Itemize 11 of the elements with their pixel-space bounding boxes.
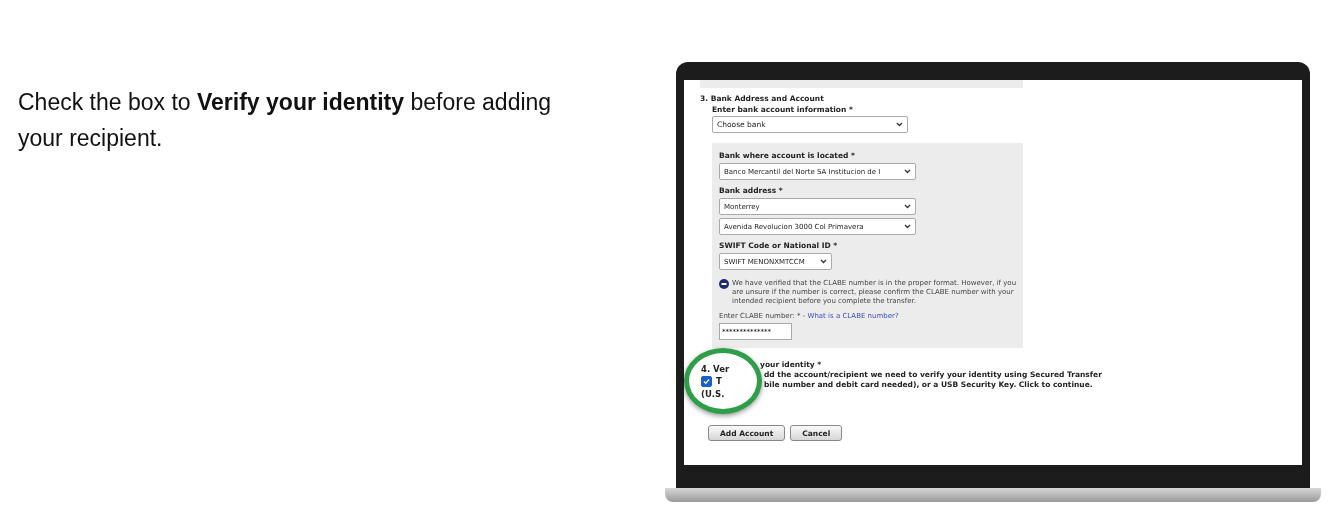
caret-icon	[904, 224, 911, 229]
instruction-text: Check the box to Verify your identity before adding your recipient.	[18, 88, 553, 153]
section-title: 4. Ver	[701, 363, 731, 374]
caret-icon	[896, 122, 903, 127]
info-icon	[719, 279, 729, 289]
caret-icon	[820, 259, 827, 264]
caret-icon	[904, 169, 911, 174]
verify-checkbox[interactable]	[701, 375, 712, 387]
consent-text: (U.S.	[701, 388, 726, 399]
consent-text: T	[716, 376, 722, 386]
caret-icon	[904, 204, 911, 209]
